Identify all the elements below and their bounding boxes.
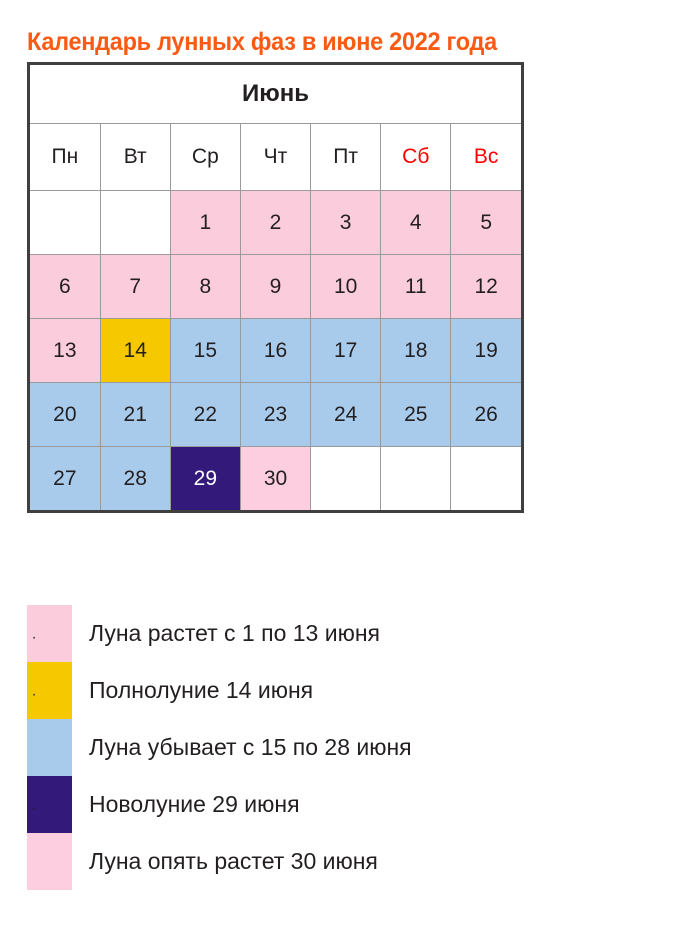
calendar-week-row: 13 14 15 16 17 18 19	[30, 318, 521, 383]
legend-label: Луна опять растет 30 июня	[89, 848, 378, 874]
legend-label: Полнолуние 14 июня	[89, 677, 314, 703]
calendar-day-cell[interactable]: 17	[310, 318, 382, 383]
calendar-empty-cell	[30, 190, 101, 255]
calendar-day-cell[interactable]: 21	[99, 382, 171, 447]
calendar-empty-cell	[450, 446, 521, 510]
legend-row: Луна опять растет 30 июня	[27, 833, 647, 890]
calendar-day-cell[interactable]: 23	[239, 382, 312, 447]
calendar-day-cell[interactable]: 28	[99, 446, 171, 510]
calendar-week-row: 12345	[30, 190, 521, 255]
legend-color-swatch: .	[27, 662, 72, 719]
calendar-day-cell[interactable]: 18	[380, 318, 452, 383]
calendar-day-cell[interactable]: 12	[450, 254, 521, 319]
calendar-weekday-3: Ср	[169, 123, 241, 191]
calendar-month-row: Июнь	[30, 65, 521, 124]
legend-label: Луна растет с 1 по 13 июня	[89, 620, 380, 646]
legend-dot-marker: .	[32, 682, 37, 699]
calendar-day-cell[interactable]: 22	[169, 382, 241, 447]
calendar-day-cell[interactable]: 27	[30, 446, 101, 510]
calendar-day-cell[interactable]: 9	[239, 254, 312, 319]
calendar-table: Июнь Пн Вт Ср Чт Пт Сб Вс 1 2 3 4 5 6 7 8 9 10 11 12 13 14 1…	[30, 65, 521, 510]
calendar-day-cell[interactable]: 13	[30, 318, 101, 383]
calendar-weekday-7: Вс	[450, 123, 521, 191]
legend-row: . Полнолуние 14 июня	[27, 662, 647, 719]
calendar-day-cell[interactable]: 8	[169, 254, 241, 319]
lunar-phase-calendar: Июнь Пн Вт Ср Чт Пт Сб Вс 1 2 3 4 5 6 7 8 9 10 11 12 13 14 1…	[27, 62, 524, 513]
calendar-week-row: 27 28 29 30	[30, 446, 521, 510]
calendar-day-cell[interactable]: 2	[239, 190, 312, 255]
calendar-day-cell[interactable]: 6	[30, 254, 101, 319]
legend-dot-marker: .	[32, 796, 37, 813]
calendar-day-cell[interactable]: 5	[450, 190, 521, 255]
calendar-day-cell[interactable]: 1	[169, 190, 241, 255]
page-title: Календарь лунных фаз в июне 2022 года	[27, 27, 497, 56]
calendar-empty-cell	[380, 446, 452, 510]
calendar-weekday-4: Чт	[239, 123, 312, 191]
calendar-weekday-1: Пн	[30, 123, 101, 191]
calendar-day-cell[interactable]: 20	[30, 382, 101, 447]
legend: . Луна растет с 1 по 13 июня. Полнолуние 1…	[27, 605, 647, 890]
calendar-empty-cell	[99, 190, 171, 255]
legend-row: . Луна растет с 1 по 13 июня	[27, 605, 647, 662]
calendar-day-cell[interactable]: 25	[380, 382, 452, 447]
calendar-weekday-5: Пт	[310, 123, 382, 191]
calendar-day-cell[interactable]: 30	[239, 446, 312, 510]
calendar-weekday-6: Сб	[380, 123, 452, 191]
legend-dot-marker: .	[32, 625, 37, 642]
legend-row: Луна убывает с 15 по 28 июня	[27, 719, 647, 776]
calendar-day-cell[interactable]: 14	[99, 318, 171, 383]
calendar-day-cell[interactable]: 29	[169, 446, 241, 510]
calendar-weekday-2: Вт	[99, 123, 171, 191]
calendar-week-row: 6 7 8 9 10 11 12	[30, 254, 521, 319]
calendar-body: Июнь Пн Вт Ср Чт Пт Сб Вс 1 2 3 4 5 6 7 8 9 10 11 12 13 14 1…	[30, 65, 521, 510]
calendar-day-cell[interactable]: 16	[239, 318, 312, 383]
legend-label: Луна убывает с 15 по 28 июня	[89, 734, 412, 760]
legend-label: Новолуние 29 июня	[89, 791, 300, 817]
calendar-day-cell[interactable]: 26	[450, 382, 521, 447]
calendar-month-label: Июнь	[30, 65, 521, 124]
legend-row: . Новолуние 29 июня	[27, 776, 647, 833]
calendar-day-cell[interactable]: 15	[169, 318, 241, 383]
calendar-weekday-row: Пн Вт Ср Чт Пт Сб Вс	[30, 123, 521, 191]
legend-color-swatch: .	[27, 776, 72, 833]
legend-color-swatch: .	[27, 605, 72, 662]
legend-color-swatch	[27, 719, 72, 776]
calendar-day-cell[interactable]: 10	[310, 254, 382, 319]
calendar-day-cell[interactable]: 3	[310, 190, 382, 255]
calendar-day-cell[interactable]: 4	[380, 190, 452, 255]
calendar-day-cell[interactable]: 24	[310, 382, 382, 447]
calendar-day-cell[interactable]: 19	[450, 318, 521, 383]
legend-color-swatch	[27, 833, 72, 890]
calendar-day-cell[interactable]: 7	[99, 254, 171, 319]
calendar-day-cell[interactable]: 11	[380, 254, 452, 319]
calendar-week-row: 20 21 22 23 24 25 26	[30, 382, 521, 447]
calendar-empty-cell	[310, 446, 382, 510]
